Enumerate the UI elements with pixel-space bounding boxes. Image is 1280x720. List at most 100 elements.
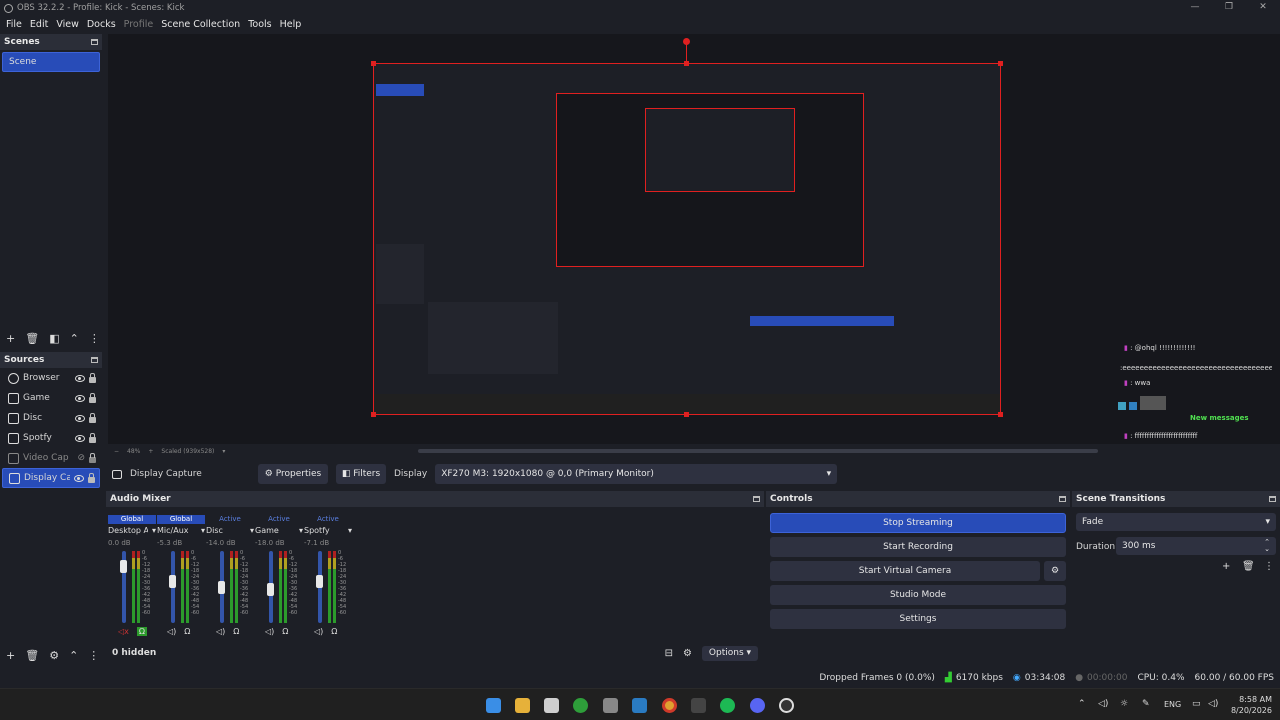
volume-slider-handle[interactable] [120, 559, 127, 573]
speaker-icon[interactable]: ◁) [216, 627, 225, 636]
close-icon[interactable]: ✕ [1246, 0, 1280, 14]
resize-handle[interactable] [998, 61, 1003, 66]
source-item-browser[interactable]: Browser [2, 368, 100, 388]
hidden-eye-icon[interactable]: ⊘ [77, 453, 85, 463]
settings-button[interactable]: Settings [770, 609, 1066, 629]
lock-icon[interactable] [89, 452, 96, 463]
channel-name[interactable]: Desktop Audio▾ [108, 526, 156, 535]
lock-icon[interactable] [88, 472, 95, 483]
headphones-icon[interactable]: Ω [282, 627, 288, 636]
scene-item[interactable]: Scene [2, 52, 100, 72]
duration-input[interactable]: 300 ms ⌃ ⌄ [1116, 537, 1276, 555]
muted-speaker-icon[interactable]: ◁x [118, 627, 129, 636]
visibility-icon[interactable] [75, 394, 85, 402]
lock-icon[interactable] [89, 392, 96, 403]
network-icon[interactable]: ▭ [1192, 699, 1201, 709]
properties-button[interactable]: ⚙ Properties [258, 464, 328, 484]
transition-select[interactable]: Fade ▾ [1076, 513, 1276, 531]
source-item-game[interactable]: Game [2, 388, 100, 408]
app-icon[interactable] [603, 698, 618, 713]
menu-tools[interactable]: Tools [244, 19, 275, 30]
speaker-icon[interactable]: ◁) [1098, 699, 1108, 709]
headphones-icon[interactable]: Ω [331, 627, 337, 636]
store-icon[interactable] [544, 698, 559, 713]
stop-streaming-button[interactable]: Stop Streaming [770, 513, 1066, 533]
menu-docks[interactable]: Docks [83, 19, 120, 30]
undock-icon[interactable] [753, 496, 760, 502]
undock-icon[interactable] [91, 39, 98, 45]
lock-icon[interactable] [89, 372, 96, 383]
menu-file[interactable]: File [2, 19, 26, 30]
discord-icon[interactable] [750, 698, 765, 713]
clock[interactable]: 8:58 AM 8/20/2026 [1230, 694, 1272, 716]
virtual-camera-settings-button[interactable]: ⚙ [1044, 561, 1066, 581]
resize-handle[interactable] [684, 412, 689, 417]
volume-slider-handle[interactable] [316, 574, 323, 588]
source-item-spotfy[interactable]: Spotfy [2, 428, 100, 448]
undock-icon[interactable] [1269, 496, 1276, 502]
source-item-video-capture[interactable]: Video Cap ⊘ [2, 448, 100, 468]
restore-icon[interactable]: ❐ [1212, 0, 1246, 14]
visibility-icon[interactable] [75, 414, 85, 422]
tray-chevron-icon[interactable]: ⌃ [1078, 699, 1086, 709]
visibility-icon[interactable] [75, 374, 85, 382]
visibility-icon[interactable] [74, 474, 84, 482]
source-properties-icon[interactable]: ⚙ [49, 649, 59, 662]
volume-icon[interactable]: ◁) [1208, 699, 1218, 709]
menu-help[interactable]: Help [276, 19, 306, 30]
start-recording-button[interactable]: Start Recording [770, 537, 1066, 557]
add-scene-icon[interactable]: + [6, 332, 15, 345]
zoom-in-icon[interactable]: + [148, 448, 153, 455]
speaker-icon[interactable]: ◁) [265, 627, 274, 636]
resize-handle[interactable] [998, 412, 1003, 417]
more-icon[interactable]: ⋮ [1264, 561, 1274, 572]
spinner-icon[interactable]: ⌃ ⌄ [1264, 539, 1270, 553]
zoom-dropdown-icon[interactable]: ▾ [222, 448, 225, 455]
channel-name[interactable]: Mic/Aux ▾ [157, 526, 205, 535]
source-item-display-capture[interactable]: Display Ca [2, 468, 100, 488]
layout-icon[interactable]: ⊟ [665, 648, 673, 659]
filters-button[interactable]: ◧ Filters [336, 464, 386, 484]
app-icon[interactable] [691, 698, 706, 713]
channel-name[interactable]: Spotfy ▾ [304, 526, 352, 535]
headphones-icon[interactable]: Ω [136, 627, 148, 636]
undock-icon[interactable] [1059, 496, 1066, 502]
lock-icon[interactable] [89, 432, 96, 443]
add-transition-icon[interactable]: + [1222, 561, 1230, 572]
language-indicator[interactable]: ENG [1164, 700, 1181, 709]
preview-canvas[interactable] [373, 63, 1001, 415]
resize-handle[interactable] [371, 412, 376, 417]
remove-source-icon[interactable]: 🗑 [25, 649, 39, 662]
minimize-icon[interactable]: — [1178, 0, 1212, 14]
move-up-icon[interactable]: ⌃ [70, 332, 79, 345]
display-select[interactable]: XF270 M3: 1920x1080 @ 0,0 (Primary Monit… [435, 464, 838, 484]
headphones-icon[interactable]: Ω [233, 627, 239, 636]
add-source-icon[interactable]: + [6, 649, 15, 662]
zoom-out-icon[interactable]: − [114, 448, 119, 455]
menu-profile[interactable]: Profile [120, 19, 158, 30]
photos-icon[interactable] [632, 698, 647, 713]
preview-scrollbar[interactable] [418, 449, 1098, 453]
source-item-disc[interactable]: Disc [2, 408, 100, 428]
undock-icon[interactable] [91, 357, 98, 363]
volume-slider-handle[interactable] [218, 580, 225, 594]
channel-name[interactable]: Game ▾ [255, 526, 303, 535]
volume-slider-handle[interactable] [267, 583, 274, 597]
volume-slider-handle[interactable] [169, 574, 176, 588]
remove-transition-icon[interactable]: 🗑 [1242, 561, 1255, 572]
menu-edit[interactable]: Edit [26, 19, 52, 30]
menu-scene-collection[interactable]: Scene Collection [157, 19, 244, 30]
visibility-icon[interactable] [75, 434, 85, 442]
move-up-icon[interactable]: ⌃ [69, 649, 78, 662]
chrome-icon[interactable] [662, 698, 677, 713]
start-virtual-camera-button[interactable]: Start Virtual Camera [770, 561, 1040, 581]
headphones-icon[interactable]: Ω [184, 627, 190, 636]
studio-mode-button[interactable]: Studio Mode [770, 585, 1066, 605]
options-button[interactable]: Options ▾ [702, 645, 758, 661]
lock-icon[interactable] [89, 412, 96, 423]
obs-icon[interactable] [779, 698, 794, 713]
more-icon[interactable]: ⋮ [89, 332, 100, 345]
advanced-audio-icon[interactable]: ⚙ [683, 648, 692, 659]
speaker-icon[interactable]: ◁) [167, 627, 176, 636]
start-icon[interactable] [486, 698, 501, 713]
